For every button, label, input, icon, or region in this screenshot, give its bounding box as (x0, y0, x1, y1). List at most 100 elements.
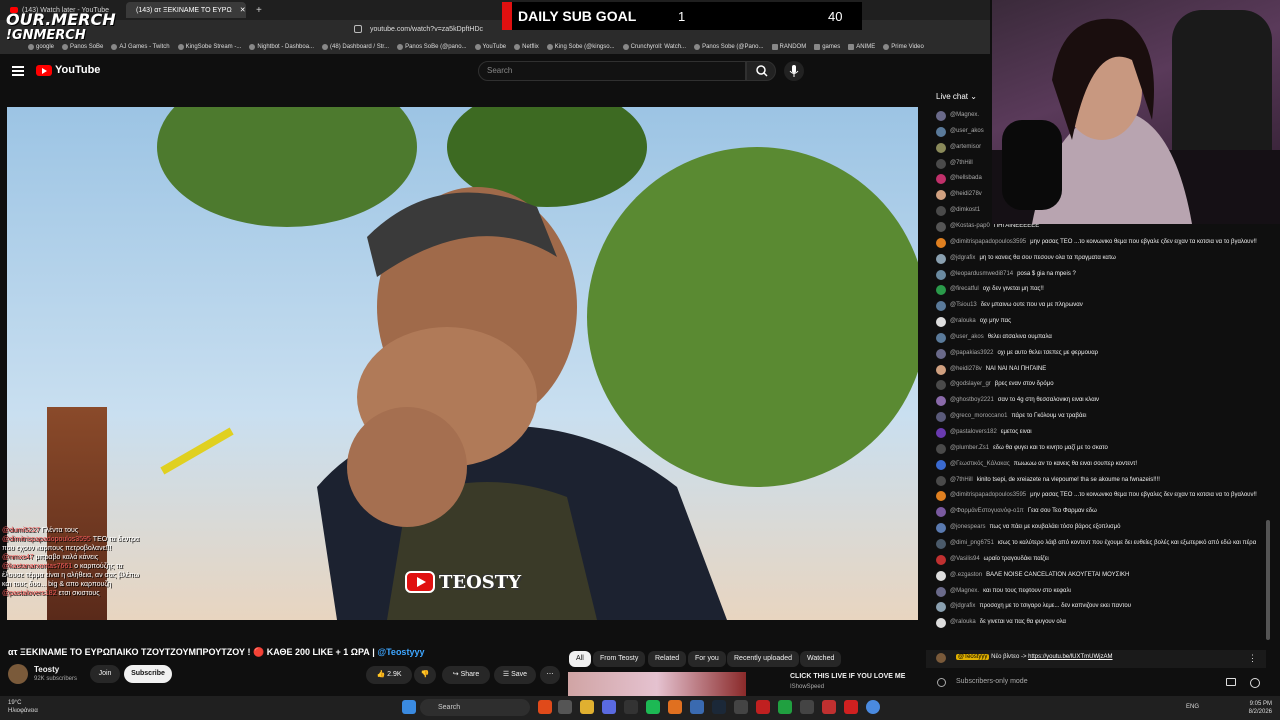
chat-author[interactable]: @ghostboy2221 (950, 397, 994, 403)
video-player[interactable]: TEOSTY (7, 107, 918, 620)
pinned-link[interactable]: https://youtu.be/lUXTmUWjzAM (1028, 654, 1112, 660)
chat-message[interactable]: @ghostboy2221 σαν το 4g στη θεσσαλονικη ε… (936, 396, 1258, 407)
chat-scrollbar[interactable] (1266, 520, 1270, 640)
chat-message[interactable]: @papakias3922 οχι με αυτο θελει τσεπες με… (936, 348, 1258, 359)
chat-author[interactable]: @ralouka (950, 619, 976, 625)
chat-message[interactable]: @Tsiou13 δεν μπαινω ουτε που να με πληρων… (936, 301, 1258, 312)
bookmark-folder[interactable]: RANDOM (771, 44, 806, 50)
like-button[interactable]: 👍 2.9K (366, 666, 412, 684)
taskbar-clock[interactable]: 9:05 PM 8/2/2026 (1232, 700, 1272, 716)
recommended-thumbnail[interactable] (568, 672, 746, 696)
subscribe-button[interactable]: Subscribe (124, 665, 172, 683)
chat-author[interactable]: @pastalovers182 (950, 429, 997, 435)
chat-avatar[interactable] (936, 285, 946, 296)
language-indicator[interactable]: ENG (1186, 704, 1199, 710)
chat-message[interactable]: @ralouka δε γινεται να πας θα φυγουν ολα (936, 618, 1258, 629)
bookmark-item[interactable]: Crunchyroll: Watch... (622, 44, 686, 50)
more-actions-button[interactable]: ⋯ (540, 666, 560, 684)
search-button[interactable] (746, 61, 776, 81)
chip-recently-uploaded[interactable]: Recently uploaded (727, 651, 799, 667)
url-field[interactable]: youtube.com/watch?v=za5kDpftHDc (370, 23, 500, 37)
bookmark-item[interactable]: Netflix (514, 44, 539, 50)
chat-message[interactable]: @firecatful οχι δεν γινεται μη πας!! (936, 285, 1258, 296)
new-tab-button[interactable]: + (250, 2, 264, 18)
chat-avatar[interactable] (936, 475, 946, 486)
chat-avatar[interactable] (936, 570, 946, 581)
chat-author[interactable]: @heidi278v (950, 191, 982, 197)
discord-icon[interactable] (602, 700, 616, 714)
chat-author[interactable]: @Vasilis94 (950, 556, 980, 562)
chat-avatar[interactable] (936, 174, 946, 185)
bookmark-star-icon[interactable] (354, 25, 362, 33)
chat-message[interactable]: @7thHill kinito tsepi, de xreiazete na vl… (936, 475, 1258, 486)
chat-author[interactable]: @ralouka (950, 318, 976, 324)
chat-author[interactable]: @dimkost1 (950, 207, 980, 213)
browser-tab-active[interactable]: (143) ατ ΞΕΚΙΝΑΜΕ ΤΟ ΕΥΡΩ ✕ (126, 2, 246, 18)
bookmark-item[interactable]: King Sobe (@kingso... (546, 44, 615, 50)
chat-author[interactable]: @Γεωστικός_Κάλακας (950, 461, 1010, 467)
recommended-channel[interactable]: IShowSpeed (790, 684, 824, 690)
chat-author[interactable]: @godslayer_gr (950, 381, 991, 387)
chat-author[interactable]: @dimitrispapadopoulos3595 (950, 239, 1026, 245)
app-icon[interactable] (800, 700, 814, 714)
chat-avatar[interactable] (936, 126, 946, 137)
chat-message[interactable]: @dimitrispapadopoulos3595 μην ρασας ΤΕΟ .… (936, 491, 1258, 502)
chat-message[interactable]: @ΦαρμάνΕστογυανόφ-ο1π Γεια σου Τεο Φαρμαν… (936, 507, 1258, 518)
chat-author[interactable]: @firecatful (950, 286, 979, 292)
bookmark-folder[interactable]: ANIME (848, 44, 875, 50)
chat-avatar[interactable] (936, 428, 946, 438)
bookmark-folder[interactable]: games (814, 44, 840, 50)
chat-message[interactable]: @dimitrispapadopoulos3595 μην ρασας ΤΕΟ .… (936, 237, 1258, 248)
chat-avatar[interactable] (936, 206, 946, 217)
app-icon[interactable] (822, 700, 836, 714)
chat-avatar[interactable] (936, 221, 946, 232)
youtube-logo[interactable]: YouTube (36, 64, 100, 76)
chat-message[interactable]: @dimi_png6751 ισως το καλύτερο λάιβ από κ… (936, 538, 1258, 549)
chrome-icon[interactable] (866, 700, 880, 714)
bookmark-item[interactable]: (48) Dashboard / Str... (322, 44, 389, 50)
bookmark-item[interactable]: AJ Games - Twitch (111, 44, 170, 50)
chat-message[interactable]: @plumber.Zs1 εδω θα φυγει και το κινητο μ… (936, 443, 1258, 454)
chat-avatar[interactable] (936, 618, 946, 629)
chat-message[interactable]: @leopardusmwedi8714 posa $ gia na mpeis ? (936, 269, 1258, 280)
taskbar-search[interactable]: Search (420, 699, 530, 716)
chat-message[interactable]: @.ezgaston ΒΑΛΕ NOISE CANCELATION ΑΚΟΥΓΕΤ… (936, 570, 1258, 581)
chat-avatar[interactable] (936, 190, 946, 201)
chat-author[interactable]: @greco_moroccano1 (950, 413, 1007, 419)
chat-author[interactable]: @heidi278v (950, 366, 982, 372)
chat-message[interactable]: @Vasilis94 ωραίο τραγουδάκι παίζει (936, 554, 1258, 565)
more-vert-icon[interactable]: ⋮ (1248, 653, 1257, 664)
chat-avatar[interactable] (936, 396, 946, 407)
share-button[interactable]: ↪ Share (442, 666, 490, 684)
bookmark-item[interactable]: Panos SoBe (@pano... (397, 44, 467, 50)
file-explorer-icon[interactable] (580, 700, 594, 714)
chat-author[interactable]: @user_akos (950, 334, 984, 340)
live-chat-header[interactable]: Live chat ⌄ (936, 92, 977, 101)
voice-search-button[interactable] (784, 61, 804, 81)
chat-message[interactable]: @jdgrafix μη το κανεις θα σου πεσουν ολα … (936, 253, 1258, 264)
emoji-picker-icon[interactable] (1226, 678, 1236, 686)
dislike-button[interactable]: 👎 (414, 666, 436, 684)
chip-all[interactable]: All (569, 651, 591, 667)
chat-message[interactable]: @Magnex. και που τους πεφτουν στο κεφαλι (936, 586, 1258, 597)
chat-message[interactable]: @greco_moroccano1 πάρε το Γκόλουμ να τραβ… (936, 412, 1258, 423)
chat-author[interactable]: @7thHill (950, 477, 973, 483)
chat-avatar[interactable] (936, 602, 946, 613)
chat-author[interactable]: @ΦαρμάνΕστογυανόφ-ο1π (950, 508, 1024, 514)
chip-for-you[interactable]: For you (688, 651, 726, 667)
chip-related[interactable]: Related (648, 651, 687, 667)
bookmark-item[interactable]: YouTube (474, 44, 506, 50)
chat-avatar[interactable] (936, 554, 946, 565)
chat-avatar[interactable] (936, 158, 946, 169)
video-title-tag[interactable]: @Teostyyy (377, 647, 424, 657)
save-button[interactable]: ☰ Save (494, 666, 536, 684)
recommended-title[interactable]: CLICK THIS LIVE IF YOU LOVE ME (790, 673, 905, 680)
chat-avatar[interactable] (936, 491, 946, 502)
chat-message[interactable]: @jdgrafix προσοχη με το τσιγαρο λεμε... δ… (936, 602, 1258, 613)
bookmark-item[interactable]: KingSobe Stream -... (177, 44, 241, 50)
weather-widget[interactable]: 19°C Ηλιοφάνεια (8, 699, 38, 715)
task-view-icon[interactable] (558, 700, 572, 714)
chat-message[interactable]: @user_akos θελει ατσαλινα ουμπαλα (936, 332, 1258, 343)
chat-author[interactable]: @hellsbada (950, 175, 982, 181)
close-tab-icon[interactable]: ✕ (240, 6, 246, 14)
